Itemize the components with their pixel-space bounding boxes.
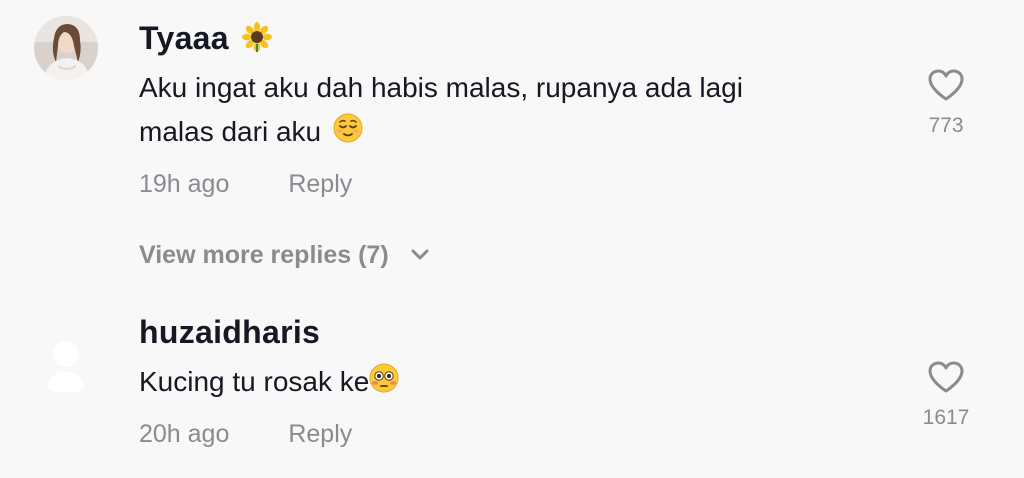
comment-username[interactable]: Tyaaa	[139, 20, 273, 60]
reply-button[interactable]: Reply	[288, 170, 352, 199]
avatar-photo-icon	[34, 16, 98, 80]
like-count: 1617	[922, 406, 970, 429]
relieved-face-icon	[333, 112, 363, 156]
view-more-replies-button[interactable]: View more replies (7)	[139, 241, 430, 270]
like-button[interactable]: 773	[916, 68, 976, 138]
like-count: 773	[928, 114, 964, 137]
comment-timestamp: 19h ago	[139, 170, 230, 198]
comment-text: Aku ingat aku dah habis malas, rupanya a…	[139, 66, 859, 156]
sunflower-icon	[242, 21, 273, 60]
default-avatar-icon	[48, 341, 84, 392]
avatar[interactable]	[34, 330, 98, 394]
comment-username[interactable]: huzaidharis	[139, 314, 320, 351]
comment-item: Tyaaa Aku ingat aku dah habis malas, rup…	[0, 0, 1024, 230]
comment-item: huzaidharis Kucing tu rosak ke 20h ago R…	[0, 300, 1024, 478]
comment-meta: 19h ago Reply	[139, 170, 352, 199]
chevron-down-icon	[410, 240, 430, 269]
like-button[interactable]: 1617	[916, 360, 976, 430]
comment-meta: 20h ago Reply	[139, 420, 352, 449]
avatar[interactable]	[34, 16, 98, 80]
flushed-face-icon	[369, 362, 399, 406]
reply-button[interactable]: Reply	[288, 420, 352, 449]
comment-timestamp: 20h ago	[139, 420, 230, 448]
heart-icon	[928, 361, 964, 393]
heart-icon	[928, 69, 964, 101]
comment-text: Kucing tu rosak ke	[139, 360, 859, 406]
